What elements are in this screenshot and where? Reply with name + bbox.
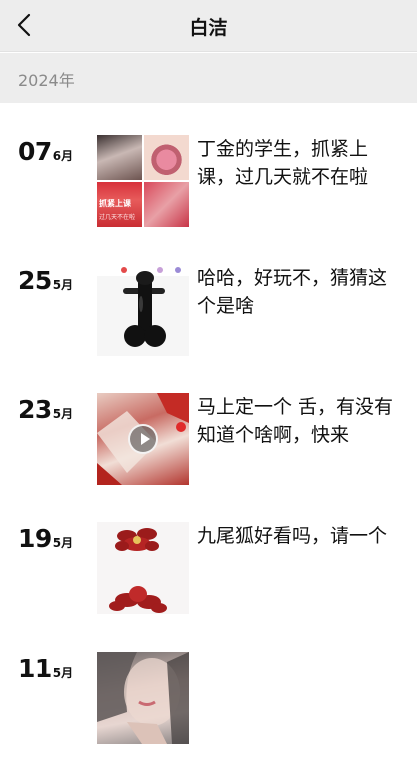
photo: [97, 393, 189, 485]
photo: [144, 135, 189, 180]
post-day: 07: [18, 137, 52, 166]
photo: [97, 135, 142, 180]
moment-post: 195月 九尾狐好看吗，请一个: [0, 522, 417, 622]
post-month: 5月: [52, 407, 74, 421]
photo: [97, 522, 189, 614]
photo: [97, 264, 189, 356]
moment-post: 255月 哈哈，好玩不，猜猜这个是啥: [0, 264, 417, 364]
photo-object: [109, 528, 167, 613]
moment-post: 235月 马上定一个 舌，有没有知道个啥啊，快来: [0, 393, 417, 493]
photo: 抓紧上课 过几天不在啦: [97, 182, 142, 227]
moment-post: 076月 抓紧上课 过几天不在啦 丁金的学生，抓紧上课，过几天就不在啦: [0, 135, 417, 235]
post-caption[interactable]: 哈哈，好玩不，猜猜这个是啥: [197, 264, 402, 320]
post-caption[interactable]: 九尾狐好看吗，请一个: [197, 522, 402, 550]
post-date: 255月: [18, 266, 73, 295]
post-day: 19: [18, 524, 52, 553]
post-day: 23: [18, 395, 52, 424]
post-day: 25: [18, 266, 52, 295]
moment-post: 115月: [0, 652, 417, 752]
post-month: 5月: [52, 666, 74, 680]
nav-bar: 白洁: [0, 0, 417, 52]
photo: [97, 652, 189, 744]
post-thumbnail[interactable]: 抓紧上课 过几天不在啦: [97, 135, 189, 227]
post-date: 235月: [18, 395, 73, 424]
photo: [144, 182, 189, 227]
post-thumbnail[interactable]: [97, 652, 189, 744]
post-month: 5月: [52, 278, 74, 292]
photo-object: [123, 271, 166, 347]
page-title: 白洁: [189, 17, 228, 39]
photo-overlay-text: 抓紧上课: [99, 199, 131, 208]
play-icon: [128, 424, 158, 454]
year-label: 2024年: [18, 71, 75, 90]
photo-overlay-text: 过几天不在啦: [99, 214, 136, 221]
post-month: 6月: [52, 149, 74, 163]
post-caption[interactable]: 马上定一个 舌，有没有知道个啥啊，快来: [197, 393, 402, 449]
post-thumbnail[interactable]: [97, 522, 189, 614]
post-caption[interactable]: 丁金的学生，抓紧上课，过几天就不在啦: [197, 135, 402, 191]
post-date: 115月: [18, 654, 73, 683]
video-thumbnail[interactable]: [97, 393, 189, 485]
year-header: 2024年: [0, 53, 417, 103]
post-date: 076月: [18, 137, 73, 166]
photo-grid: 抓紧上课 过几天不在啦: [97, 135, 189, 227]
post-date: 195月: [18, 524, 73, 553]
post-thumbnail[interactable]: [97, 264, 189, 356]
post-month: 5月: [52, 536, 74, 550]
post-day: 11: [18, 654, 52, 683]
photo-detail: [97, 652, 189, 744]
